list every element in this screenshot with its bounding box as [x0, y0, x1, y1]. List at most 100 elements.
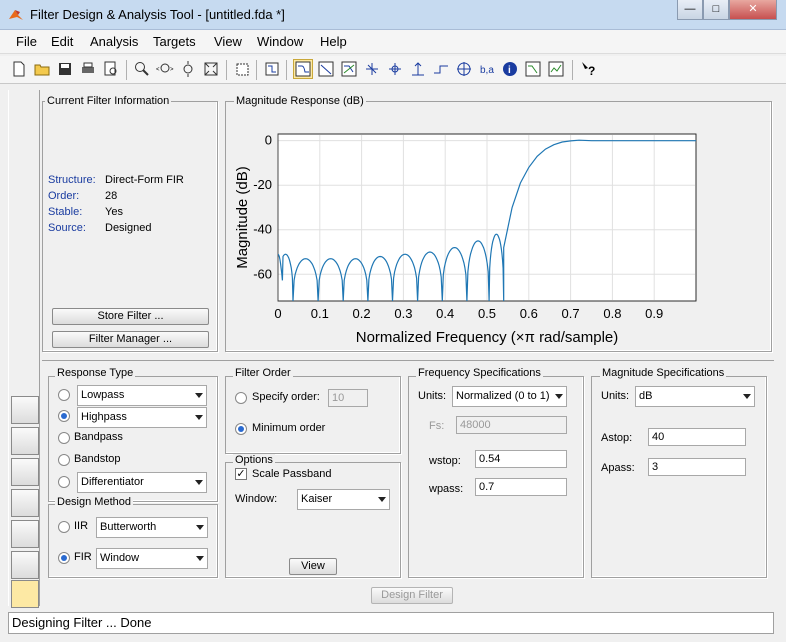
differentiator-radio[interactable] — [58, 476, 70, 488]
zoom-y-icon[interactable] — [178, 59, 198, 79]
bandpass-radio[interactable] — [58, 432, 70, 444]
new-figure-icon[interactable] — [232, 59, 252, 79]
realize-model-tab-icon[interactable] — [11, 489, 39, 517]
set-quantization-tab-icon[interactable] — [11, 458, 39, 486]
design-filter-button[interactable]: Design Filter — [371, 587, 453, 604]
magnitude-response-chart: 0 0.1 0.2 0.3 0.4 0.5 0.6 0.7 0.8 0.9 0 -20 -40 -60 No… — [234, 133, 697, 346]
fir-method-select[interactable]: Window — [96, 548, 208, 569]
iir-radio[interactable] — [58, 521, 70, 533]
whats-this-icon[interactable]: ? — [578, 59, 598, 79]
astop-label: Astop: — [601, 432, 633, 444]
lowpass-radio[interactable] — [58, 389, 70, 401]
iir-method-select[interactable]: Butterworth — [96, 517, 208, 538]
differentiator-select[interactable]: Differentiator — [77, 472, 207, 493]
close-button[interactable]: ✕ — [729, 0, 777, 20]
x-tick-label: 0.6 — [520, 306, 538, 321]
magnitude-phase-icon[interactable] — [339, 59, 359, 79]
store-filter-button[interactable]: Store Filter ... — [52, 308, 209, 325]
stable-label: Stable: — [48, 206, 83, 218]
design-filter-tab-icon[interactable] — [11, 580, 39, 608]
maximize-button[interactable]: □ — [703, 0, 729, 20]
highpass-radio[interactable] — [58, 410, 70, 422]
wpass-input[interactable]: 0.7 — [475, 478, 567, 496]
mag-units-select[interactable]: dB — [635, 386, 755, 407]
scale-passband-label: Scale Passband — [252, 468, 332, 480]
impulse-response-icon[interactable] — [408, 59, 428, 79]
window-label: Window: — [235, 493, 278, 505]
new-icon[interactable] — [9, 59, 29, 79]
highpass-select[interactable]: Highpass — [77, 407, 207, 428]
svg-text:>: > — [170, 67, 174, 73]
menu-window[interactable]: Window — [257, 34, 303, 49]
response-type-title: Response Type — [55, 367, 136, 379]
menu-edit[interactable]: Edit — [51, 34, 73, 49]
specify-order-label: Specify order: — [252, 391, 320, 403]
zoom-x-icon[interactable]: < > — [155, 59, 175, 79]
step-response-icon[interactable] — [431, 59, 451, 79]
x-tick-label: 0.4 — [436, 306, 454, 321]
filter-info-icon[interactable]: i — [500, 59, 520, 79]
full-view-icon[interactable] — [201, 59, 221, 79]
freq-units-select[interactable]: Normalized (0 to 1) — [452, 386, 567, 407]
view-button[interactable]: View — [289, 558, 337, 575]
mag-units-label: Units: — [601, 390, 630, 402]
phase-delay-icon[interactable] — [385, 59, 405, 79]
structure-value: Direct-Form FIR — [105, 174, 184, 186]
x-tick-label: 0.5 — [478, 306, 496, 321]
filter-manager-button[interactable]: Filter Manager ... — [52, 331, 209, 348]
open-icon[interactable] — [32, 59, 52, 79]
lowpass-select[interactable]: Lowpass — [77, 385, 207, 406]
round-off-noise-icon[interactable] — [546, 59, 566, 79]
group-delay-icon[interactable] — [362, 59, 382, 79]
source-label: Source: — [48, 222, 86, 234]
menu-targets[interactable]: Targets — [153, 34, 196, 49]
bandpass-label: Bandpass — [74, 431, 123, 443]
phase-response-icon[interactable] — [316, 59, 336, 79]
y-tick-label: -40 — [253, 222, 272, 237]
window-select[interactable]: Kaiser — [297, 489, 390, 510]
x-tick-label: 0 — [274, 306, 281, 321]
iir-label: IIR — [74, 520, 89, 532]
specify-order-radio[interactable] — [235, 392, 247, 404]
design-method-title: Design Method — [55, 496, 133, 508]
menu-view[interactable]: View — [214, 34, 242, 49]
magnitude-specs-title: Magnitude Specifications — [600, 367, 727, 379]
magnitude-response-icon[interactable] — [293, 59, 313, 79]
magnitude-estimate-icon[interactable] — [523, 59, 543, 79]
menu-analysis[interactable]: Analysis — [90, 34, 138, 49]
bandstop-label: Bandstop — [74, 453, 121, 465]
svg-text:b,a: b,a — [480, 65, 494, 76]
menu-file[interactable]: File — [16, 34, 37, 49]
wstop-input[interactable]: 0.54 — [475, 450, 567, 468]
scale-passband-checkbox[interactable]: ✓ — [235, 468, 247, 480]
fs-input[interactable]: 48000 — [456, 416, 567, 434]
fir-radio[interactable] — [58, 552, 70, 564]
menu-help[interactable]: Help — [320, 34, 347, 49]
save-icon[interactable] — [55, 59, 75, 79]
zoom-in-icon[interactable] — [132, 59, 152, 79]
minimize-button[interactable]: — — [677, 0, 703, 20]
y-tick-label: -60 — [253, 266, 272, 281]
fs-label: Fs: — [429, 420, 445, 432]
pole-zero-icon[interactable] — [454, 59, 474, 79]
x-tick-label: 0.8 — [603, 306, 621, 321]
import-filter-tab-icon[interactable] — [11, 551, 39, 579]
matlab-logo-icon — [8, 7, 24, 26]
transform-filter-tab-icon[interactable] — [11, 396, 39, 424]
create-multirate-tab-icon[interactable] — [11, 427, 39, 455]
stable-value: Yes — [105, 206, 123, 218]
apass-input[interactable]: 3 — [648, 458, 746, 476]
specify-order-input[interactable]: 10 — [328, 389, 368, 407]
print-preview-icon[interactable] — [101, 59, 121, 79]
y-tick-label: -20 — [253, 177, 272, 192]
bandstop-radio[interactable] — [58, 454, 70, 466]
source-value: Designed — [105, 222, 152, 234]
pole-zero-editor-tab-icon[interactable] — [11, 520, 39, 548]
menu-bar: File Edit Analysis Targets View Window H… — [0, 30, 786, 54]
filter-coefficients-icon[interactable]: b,a — [477, 59, 497, 79]
print-icon[interactable] — [78, 59, 98, 79]
filter-specs-icon[interactable] — [262, 59, 282, 79]
sidebar-tabs — [8, 90, 40, 608]
astop-input[interactable]: 40 — [648, 428, 746, 446]
minimum-order-radio[interactable] — [235, 423, 247, 435]
